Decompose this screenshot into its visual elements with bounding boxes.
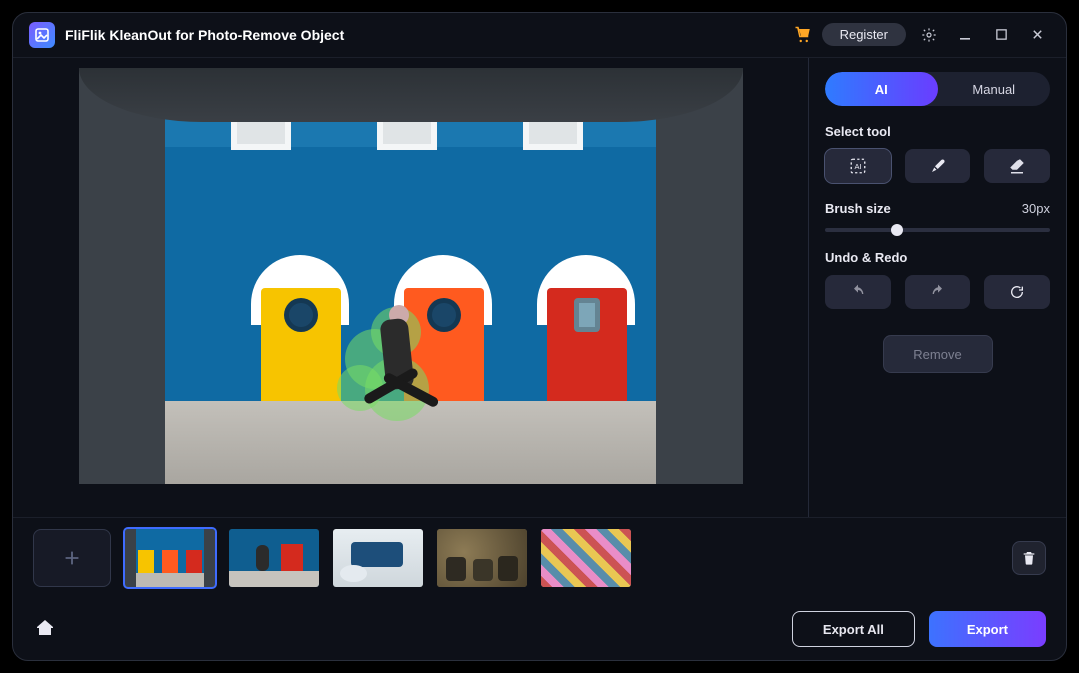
app-window: FliFlik KleanOut for Photo-Remove Object… [12, 12, 1067, 661]
brush-icon [929, 157, 947, 175]
brush-tool-button[interactable] [905, 149, 971, 183]
brush-size-label: Brush size [825, 201, 891, 216]
plus-icon [61, 547, 83, 569]
image-canvas[interactable] [79, 68, 743, 484]
home-button[interactable] [33, 615, 61, 643]
remove-button[interactable]: Remove [883, 335, 993, 373]
mode-toggle: AI Manual [825, 72, 1050, 106]
register-button[interactable]: Register [822, 23, 906, 46]
undo-icon [850, 284, 866, 300]
thumbnail[interactable] [333, 529, 423, 587]
ai-select-tool-button[interactable]: AI [825, 149, 891, 183]
add-image-button[interactable] [33, 529, 111, 587]
titlebar: FliFlik KleanOut for Photo-Remove Object… [13, 13, 1066, 57]
export-all-button[interactable]: Export All [792, 611, 915, 647]
redo-icon [930, 284, 946, 300]
cart-icon[interactable] [794, 26, 812, 44]
ai-selection-icon: AI [849, 157, 867, 175]
brush-size-value: 30px [1022, 201, 1050, 216]
mode-manual-button[interactable]: Manual [938, 72, 1051, 106]
close-icon[interactable] [1024, 22, 1050, 48]
maximize-icon[interactable] [988, 22, 1014, 48]
redo-button[interactable] [905, 275, 971, 309]
trash-icon [1021, 550, 1037, 566]
undo-button[interactable] [825, 275, 891, 309]
thumbnail[interactable] [125, 529, 215, 587]
undo-redo-label: Undo & Redo [825, 250, 1050, 265]
thumbnail-strip [13, 518, 1066, 598]
canvas-area [13, 58, 808, 517]
refresh-icon [1009, 284, 1025, 300]
footer-bar: Export All Export [13, 598, 1066, 660]
reset-button[interactable] [984, 275, 1050, 309]
eraser-icon [1008, 157, 1026, 175]
brush-size-slider[interactable] [825, 228, 1050, 232]
thumbnail[interactable] [541, 529, 631, 587]
main-area: AI Manual Select tool AI [13, 57, 1066, 518]
export-button[interactable]: Export [929, 611, 1046, 647]
selected-object [351, 309, 461, 459]
thumbnail[interactable] [229, 529, 319, 587]
settings-icon[interactable] [916, 22, 942, 48]
home-icon [33, 615, 57, 639]
select-tool-label: Select tool [825, 124, 1050, 139]
mode-ai-button[interactable]: AI [825, 72, 938, 106]
delete-image-button[interactable] [1012, 541, 1046, 575]
app-title: FliFlik KleanOut for Photo-Remove Object [65, 27, 344, 43]
svg-text:AI: AI [854, 162, 861, 171]
eraser-tool-button[interactable] [984, 149, 1050, 183]
minimize-icon[interactable] [952, 22, 978, 48]
sidebar: AI Manual Select tool AI [808, 58, 1066, 517]
app-logo-icon [29, 22, 55, 48]
thumbnail[interactable] [437, 529, 527, 587]
